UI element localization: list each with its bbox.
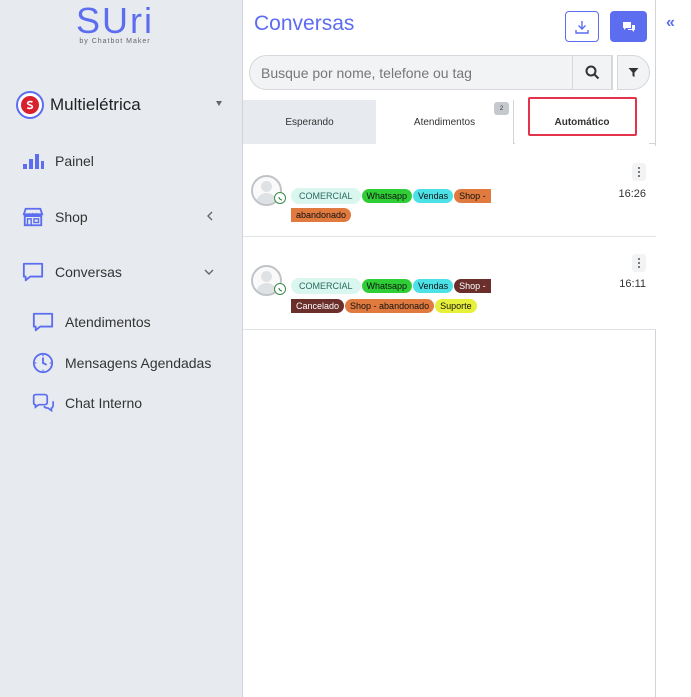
tab-automatico[interactable]: Automático — [515, 100, 649, 144]
sidebar-subitem-mensagens-agendadas[interactable]: Mensagens Agendadas — [32, 351, 232, 375]
conversation-tabs: Esperando Atendimentos 2 Automático — [243, 100, 656, 144]
suri-logo[interactable]: SUri by Chatbot Maker — [70, 0, 160, 46]
tag-vendas: Vendas — [413, 189, 454, 203]
chat-people-icon — [32, 392, 54, 414]
chat-bubble-icon — [22, 261, 44, 283]
conversations-panel: Conversas Esperando Atendimentos 2 — [242, 0, 656, 697]
tag-shop-continued: abandonado — [291, 208, 352, 222]
whatsapp-icon — [274, 192, 286, 204]
tag-vendas: Vendas — [413, 279, 454, 293]
logo-wordmark: SUri — [76, 0, 154, 41]
sidebar-subitem-label: Mensagens Agendadas — [65, 355, 212, 371]
tab-label: Automático — [554, 116, 610, 128]
sidebar-subitem-chat-interno[interactable]: Chat Interno — [32, 391, 232, 415]
more-options-button[interactable] — [632, 163, 646, 181]
sidebar-item-conversas[interactable]: Conversas — [22, 260, 218, 284]
tag-shop: Shop - — [454, 279, 491, 293]
company-logo — [16, 91, 44, 119]
search-input[interactable] — [261, 64, 577, 81]
company-selector[interactable]: Multielétrica — [16, 91, 226, 119]
caret-down-icon[interactable] — [216, 101, 222, 106]
tag-comercial: COMERCIAL — [291, 278, 361, 294]
sidebar-subitem-label: Chat Interno — [65, 395, 143, 411]
conversation-time: 16:11 — [619, 278, 646, 290]
tag-whatsapp: Whatsapp — [361, 279, 413, 293]
tag-shop: Shop - — [454, 189, 491, 203]
tab-esperando[interactable]: Esperando — [243, 100, 376, 144]
logo-tagline: by Chatbot Maker — [79, 38, 151, 45]
sidebar-item-label: Conversas — [55, 264, 122, 280]
tag-cancelado: Cancelado — [291, 299, 345, 313]
tag-shop-abandonado: Shop - abandonado — [345, 299, 435, 313]
company-logo-icon — [26, 100, 34, 110]
sidebar-item-label: Painel — [55, 153, 94, 169]
tag-whatsapp: Whatsapp — [361, 189, 413, 203]
chevron-down-icon[interactable] — [204, 265, 214, 279]
collapse-panel-button[interactable]: « — [666, 14, 675, 32]
tab-atendimentos[interactable]: Atendimentos 2 — [376, 100, 514, 144]
clock-icon — [32, 352, 54, 374]
download-button[interactable] — [565, 11, 599, 42]
tag-list: COMERCIAL Whatsapp Vendas Shop - — [291, 276, 511, 294]
sidebar-item-painel[interactable]: Painel — [22, 149, 218, 173]
more-options-button[interactable] — [632, 254, 646, 272]
app-window: SUri by Chatbot Maker Multielétrica Pain… — [0, 0, 691, 697]
sidebar-item-label: Shop — [55, 209, 88, 225]
company-name: Multielétrica — [50, 95, 141, 114]
tab-label: Esperando — [285, 116, 334, 128]
store-icon — [22, 206, 44, 228]
tag-comercial: COMERCIAL — [291, 188, 361, 204]
sidebar: SUri by Chatbot Maker Multielétrica Pain… — [0, 0, 242, 697]
bar-chart-icon — [22, 150, 44, 172]
search-icon — [585, 65, 599, 80]
tab-label: Atendimentos — [413, 116, 476, 128]
chevron-left-icon[interactable] — [206, 210, 214, 224]
page-title: Conversas — [254, 12, 355, 35]
tag-list-continued: Cancelado Shop - abandonado Suporte — [291, 296, 511, 314]
filter-icon — [628, 68, 639, 77]
sidebar-subitem-atendimentos[interactable]: Atendimentos — [32, 310, 232, 334]
chat-bubbles-icon — [622, 21, 635, 32]
search-button[interactable] — [572, 55, 612, 90]
download-icon — [575, 20, 589, 34]
new-chat-button[interactable] — [610, 11, 647, 42]
count-badge: 2 — [494, 102, 509, 115]
chat-bubble-icon — [32, 311, 54, 333]
conversation-item[interactable]: COMERCIAL Whatsapp Vendas Shop - Cancelado S… — [243, 237, 656, 330]
sidebar-item-shop[interactable]: Shop — [22, 205, 218, 229]
tag-suporte: Suporte — [435, 299, 477, 313]
tag-list: COMERCIAL Whatsapp Vendas Shop - — [291, 186, 511, 204]
filter-button[interactable] — [617, 55, 650, 90]
conversation-item[interactable]: COMERCIAL Whatsapp Vendas Shop - abandonado… — [243, 146, 656, 237]
search-bar — [249, 55, 613, 90]
conversation-time: 16:26 — [618, 188, 646, 200]
tag-list-continued: abandonado — [291, 205, 511, 223]
sidebar-subitem-label: Atendimentos — [65, 314, 151, 330]
whatsapp-icon — [274, 283, 286, 295]
company-logo-mark — [21, 96, 39, 114]
right-panel-strip: « — [657, 0, 691, 697]
